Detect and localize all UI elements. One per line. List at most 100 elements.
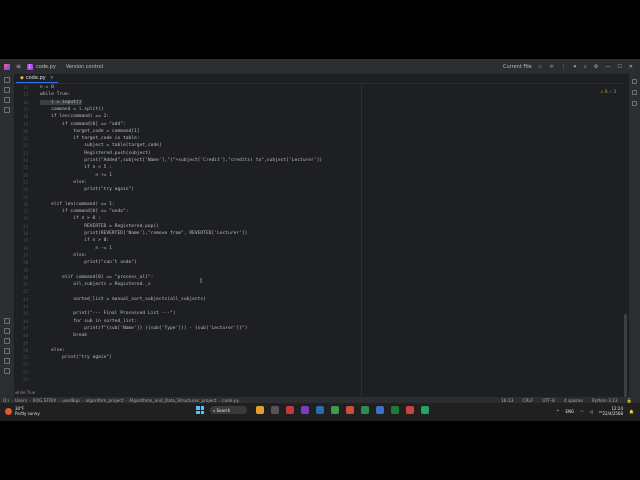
code-line[interactable]: if n < 5 : xyxy=(40,165,112,170)
code-line[interactable]: if command[0] == "add": xyxy=(40,122,126,127)
taskbar-app-icon[interactable] xyxy=(375,406,384,414)
code-line[interactable]: elif len(command) == 1: xyxy=(40,202,115,207)
line-number: 28 xyxy=(23,187,28,193)
close-icon[interactable]: ✕ xyxy=(629,64,633,70)
code-line[interactable]: print("try again") xyxy=(40,355,112,360)
run-config-selector[interactable]: Current File xyxy=(503,64,532,70)
line-number: 32 xyxy=(23,216,28,222)
ai-assistant-icon[interactable]: ✦ xyxy=(573,64,577,70)
tray-chevron-icon[interactable]: ^ xyxy=(556,409,559,414)
line-number: 22 xyxy=(23,143,28,149)
hamburger-icon[interactable]: ≡ xyxy=(16,63,21,70)
taskbar-app-icon[interactable] xyxy=(360,406,369,414)
code-line[interactable]: print("--- Final Processed List ---") xyxy=(40,311,175,316)
start-icon[interactable] xyxy=(196,406,204,414)
line-number: 36 xyxy=(23,245,28,251)
weather-widget[interactable]: 30°F Partly sunny xyxy=(5,406,40,416)
line-number: 30 xyxy=(23,201,28,207)
taskbar-app-icon[interactable] xyxy=(330,406,339,414)
code-line[interactable]: if n > 0: xyxy=(40,238,109,243)
code-line[interactable]: else: xyxy=(40,348,65,353)
taskbar-app-excel-icon[interactable] xyxy=(390,406,399,414)
line-number: 38 xyxy=(23,260,28,266)
taskbar-app-taskview-icon[interactable] xyxy=(270,406,279,414)
code-editor[interactable]: n = 0 while True: i = input() command = i… xyxy=(36,84,616,404)
code-line[interactable]: n -= 1 xyxy=(40,246,112,251)
notifications-icon[interactable] xyxy=(632,79,637,84)
inspection-widget[interactable]: ⚠ 6 ✓ 3 xyxy=(600,89,616,94)
python-packages-icon[interactable] xyxy=(4,318,10,324)
git-icon[interactable] xyxy=(4,368,10,374)
taskbar-app-pycharm-icon[interactable] xyxy=(420,406,429,414)
code-line[interactable]: target_code = command[1] xyxy=(40,129,139,134)
language-indicator[interactable]: ENG xyxy=(566,409,575,414)
clock[interactable]: 12:24 22/4/2568 xyxy=(603,406,624,416)
version-control-menu[interactable]: Version control xyxy=(66,64,103,70)
code-line[interactable]: if n > 0 : xyxy=(40,216,101,221)
code-line[interactable]: REVERTED = Registered.pop() xyxy=(40,224,159,229)
line-number: 37 xyxy=(23,252,28,258)
code-line[interactable]: print("Added",subject['Name'],"("+subjec… xyxy=(40,158,322,163)
code-line[interactable]: i = input() xyxy=(40,99,82,105)
debug-icon[interactable]: ✲ xyxy=(550,64,554,70)
wifi-icon[interactable]: ◠ xyxy=(580,409,584,414)
code-line[interactable]: else: xyxy=(40,180,87,185)
settings-icon[interactable]: ⚙ xyxy=(594,64,598,70)
code-line[interactable]: all_subjects = Registered._s xyxy=(40,282,150,287)
volume-icon[interactable]: ◁ xyxy=(590,409,593,414)
code-line[interactable]: subject = table[target_code] xyxy=(40,143,161,148)
line-number: 14 xyxy=(23,85,28,90)
taskbar-app-chrome-icon[interactable] xyxy=(405,406,414,414)
code-line[interactable]: n += 1 xyxy=(40,173,112,178)
code-line[interactable]: print("can't undo") xyxy=(40,260,137,265)
taskbar-search[interactable]: ⌕ Search xyxy=(210,406,247,414)
structure-tool-icon[interactable] xyxy=(4,97,10,103)
code-line[interactable]: if target_code in table: xyxy=(40,136,139,141)
code-line[interactable]: elif command[0] == "process_all": xyxy=(40,275,153,280)
editor-tab-bar: ◆ code.py × xyxy=(14,74,624,84)
code-line[interactable]: else: xyxy=(40,253,87,258)
tab-code-py[interactable]: ◆ code.py × xyxy=(16,74,58,83)
code-line[interactable]: print(f"{sub['Name']} ({sub['Type']}) - … xyxy=(40,326,247,331)
code-line[interactable]: if len(command) == 2: xyxy=(40,114,109,119)
more-icon[interactable]: ⋮ xyxy=(561,64,566,70)
tab-close-icon[interactable]: × xyxy=(50,75,54,81)
sticky-scope-hint: while True xyxy=(15,390,36,395)
more-tools-icon[interactable] xyxy=(4,107,10,113)
terminal-icon[interactable] xyxy=(4,348,10,354)
minimize-icon[interactable]: — xyxy=(605,64,610,70)
line-number: 41 xyxy=(23,282,28,288)
code-line[interactable]: Registered.push(subject) xyxy=(40,151,150,156)
code-line[interactable]: break xyxy=(40,333,87,338)
taskbar-app-icon[interactable] xyxy=(300,406,309,414)
taskbar-app-copilot-icon[interactable] xyxy=(255,406,264,414)
search-icon[interactable]: ⌕ xyxy=(584,64,587,70)
problems-icon[interactable] xyxy=(4,358,10,364)
code-line[interactable]: if command[0] == "undo": xyxy=(40,209,128,214)
code-line[interactable]: for sub in sorted_list: xyxy=(40,319,137,324)
taskbar-app-icon[interactable] xyxy=(285,406,294,414)
notification-bell-icon[interactable]: 🔔 xyxy=(629,409,634,414)
code-line[interactable]: n = 0 xyxy=(40,85,54,90)
code-line[interactable]: command = i.split() xyxy=(40,107,104,112)
code-line[interactable]: sorted_list = manual_sort_subjects(all_s… xyxy=(40,297,206,302)
taskbar-app-icon[interactable] xyxy=(315,406,324,414)
project-badge[interactable]: C xyxy=(27,63,34,70)
line-number: 54 xyxy=(23,377,28,382)
code-line[interactable]: print("try again") xyxy=(40,187,134,192)
maximize-icon[interactable]: ☐ xyxy=(617,64,621,70)
project-name[interactable]: code.py xyxy=(36,64,56,70)
database-icon[interactable] xyxy=(632,90,637,95)
taskbar-app-icon[interactable] xyxy=(345,406,354,414)
mouse-cursor-icon: I xyxy=(200,277,203,285)
project-tool-icon[interactable] xyxy=(4,77,10,83)
run-icon[interactable]: ▷ xyxy=(539,64,543,70)
line-number: 33 xyxy=(23,223,28,229)
code-line[interactable]: while True: xyxy=(40,92,70,97)
code-line[interactable]: print(REVERTED['Name'],"remove from", RE… xyxy=(40,231,247,236)
ai-chat-icon[interactable] xyxy=(632,101,637,106)
line-number: 44 xyxy=(23,304,28,309)
services-icon[interactable] xyxy=(4,338,10,344)
python-console-icon[interactable] xyxy=(4,328,10,334)
commit-tool-icon[interactable] xyxy=(4,87,10,93)
